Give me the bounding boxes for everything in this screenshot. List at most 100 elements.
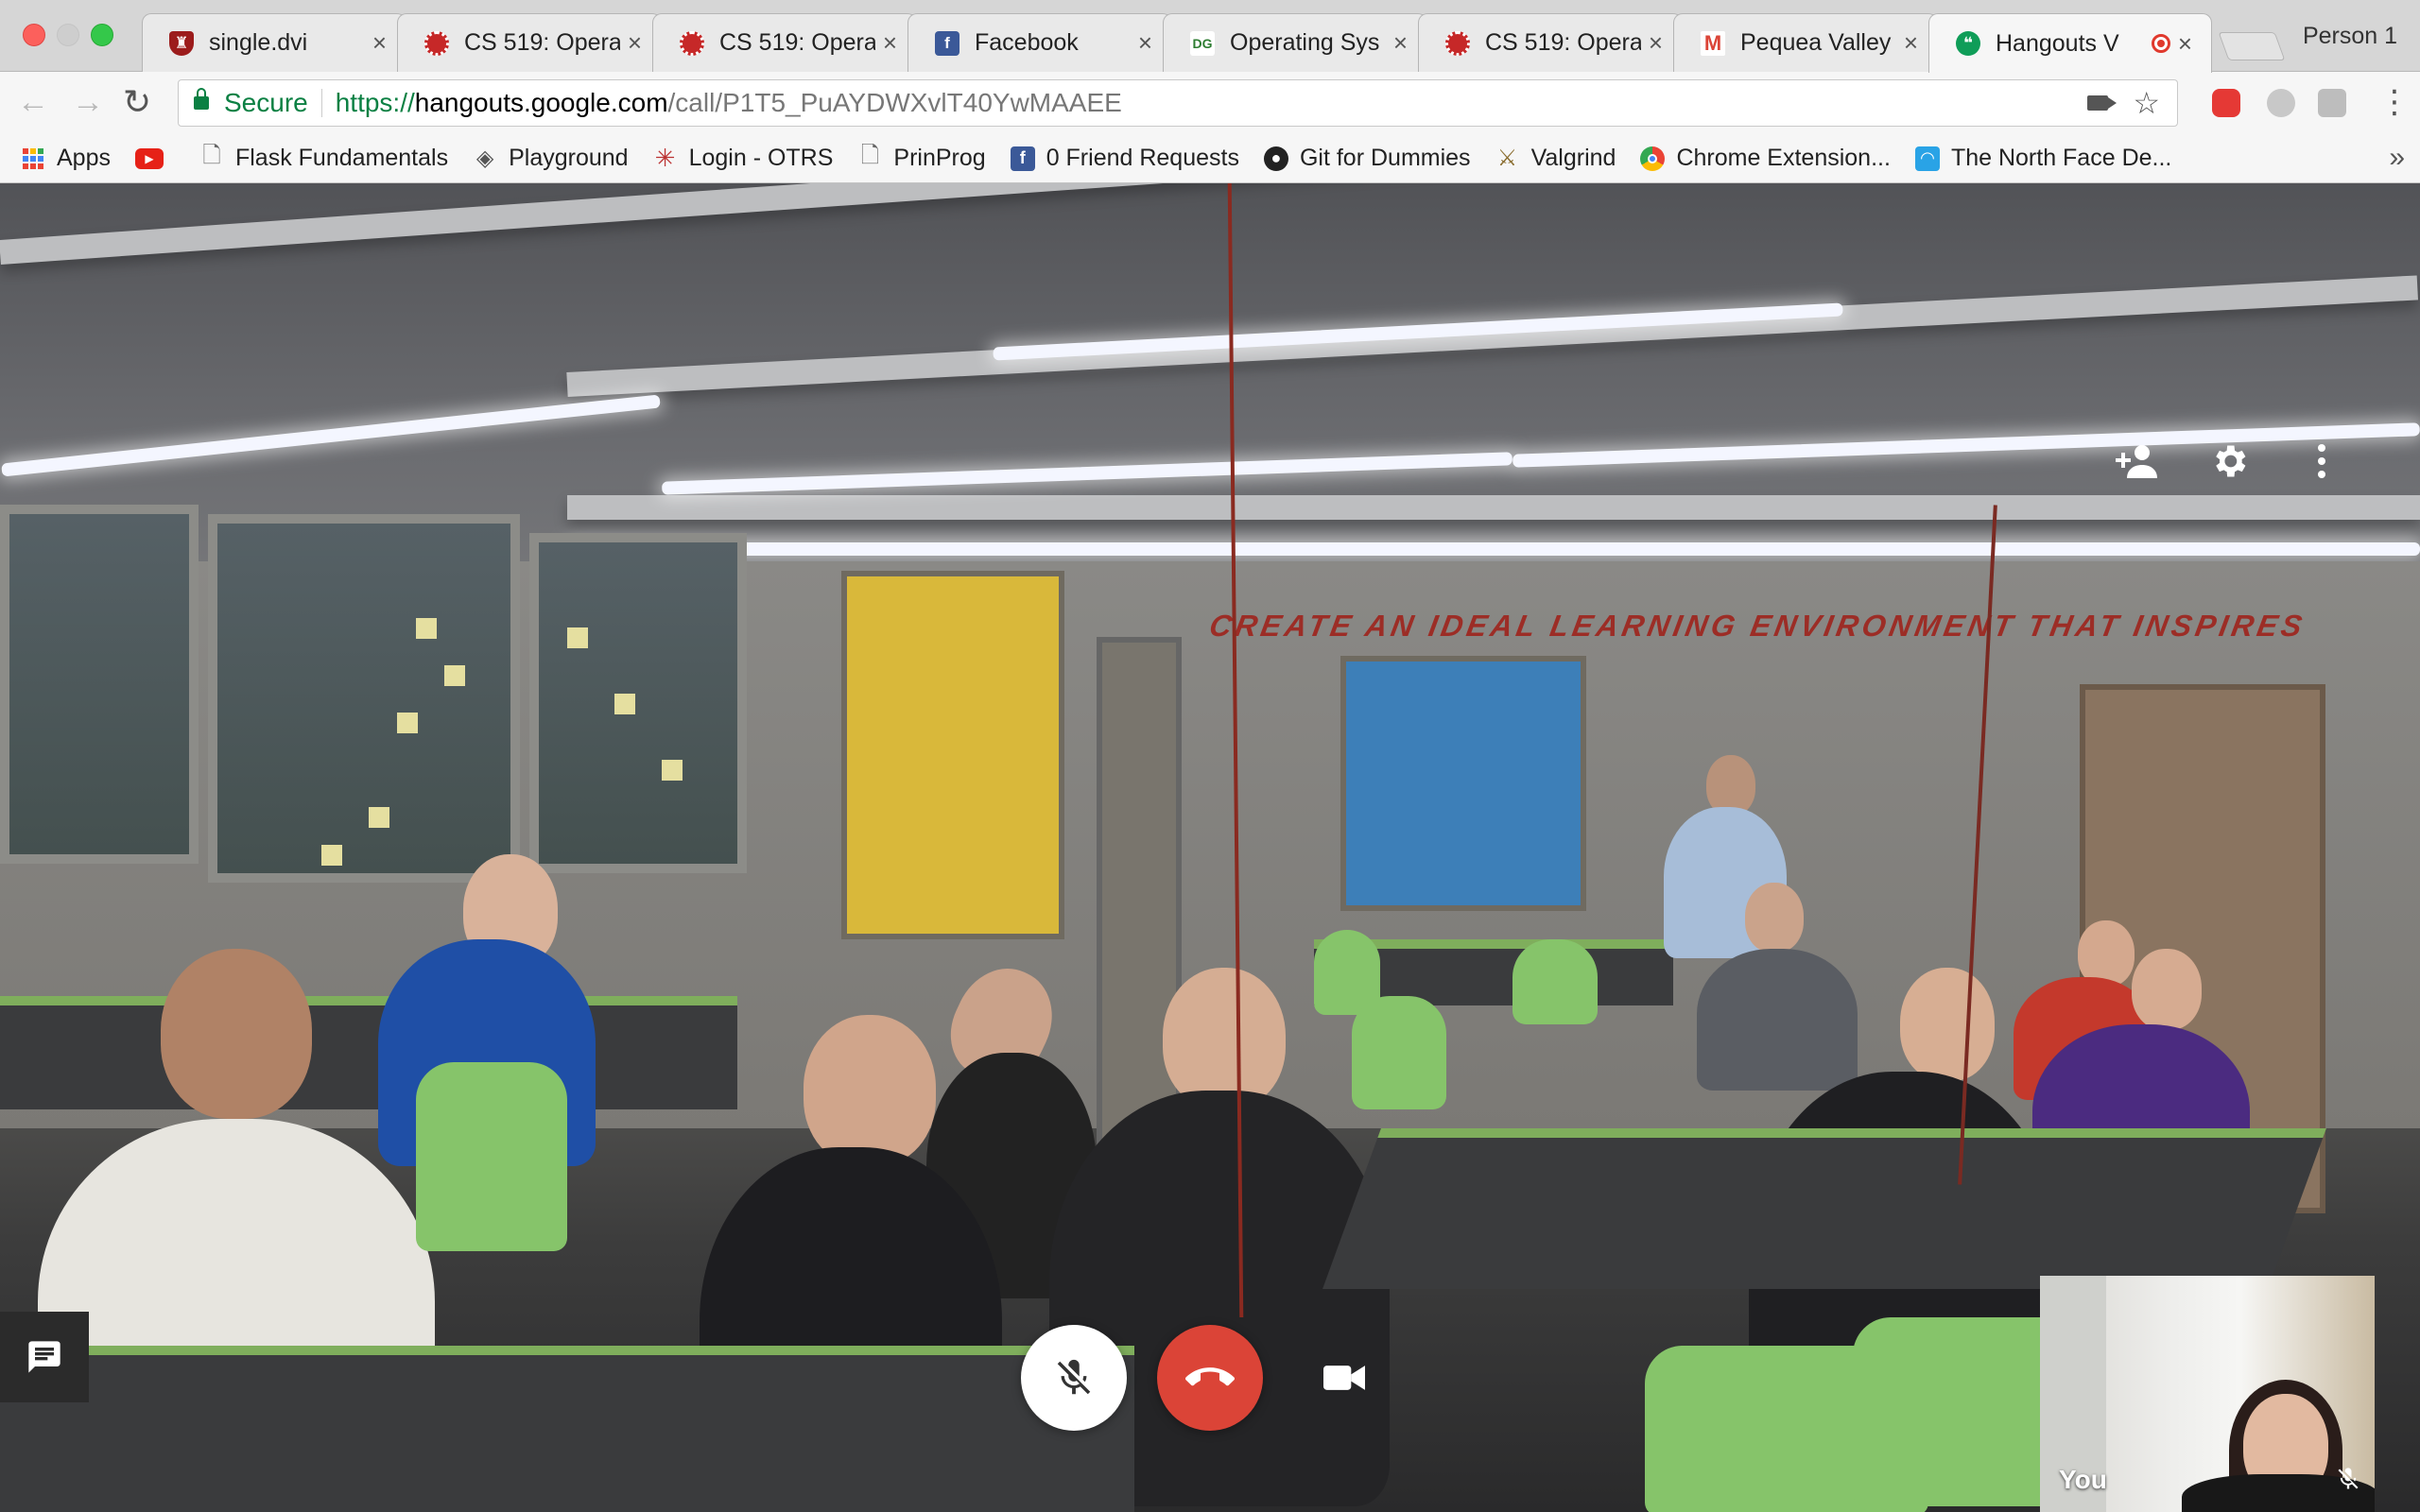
ceiling-beam xyxy=(567,495,2420,520)
chrome-menu-icon[interactable]: ⋮ xyxy=(2378,85,2411,119)
more-options-icon[interactable] xyxy=(2293,433,2350,490)
tab-title: Hangouts V xyxy=(1996,29,2119,57)
gmail-icon: M xyxy=(1701,30,1725,56)
tab-pequea-valley[interactable]: M Pequea Valley × xyxy=(1673,13,1938,72)
video-sticky-note xyxy=(321,845,342,866)
video-head xyxy=(1745,883,1804,953)
video-sticky-note xyxy=(614,694,635,714)
bookmark-label: 0 Friend Requests xyxy=(1046,145,1239,171)
mic-muted-icon xyxy=(2335,1466,2361,1497)
facebook-icon: f xyxy=(1010,146,1035,171)
video-head xyxy=(1900,968,1995,1081)
camera-indicator-icon[interactable] xyxy=(2087,95,2118,111)
adblock-extension-icon[interactable] xyxy=(2212,89,2240,117)
video-desk xyxy=(0,996,737,1109)
diamond-icon: ◈ xyxy=(475,146,494,171)
video-torso xyxy=(1697,949,1858,1091)
youtube-icon: ▶ xyxy=(134,147,164,169)
bookmark-valgrind[interactable]: ⚔ Valgrind xyxy=(1495,145,1616,172)
bookmark-label: PrinProg xyxy=(893,145,986,171)
tab-operating-systems[interactable]: DG Operating Sys × xyxy=(1163,13,1427,72)
bookmark-git-for-dummies[interactable]: ● Git for Dummies xyxy=(1263,145,1471,172)
video-head xyxy=(1163,968,1286,1109)
profile-name[interactable]: Person 1 xyxy=(2303,23,2397,50)
bookmark-friend-requests[interactable]: f 0 Friend Requests xyxy=(1010,145,1239,172)
video-bulletin-board xyxy=(841,571,1064,939)
close-icon[interactable]: × xyxy=(883,28,897,58)
video-window xyxy=(0,505,199,864)
tab-single-dvi[interactable]: ♜ single.dvi × xyxy=(142,13,406,72)
bookmark-chrome-extension[interactable]: Chrome Extension... xyxy=(1640,145,1891,172)
bookmark-apps[interactable]: Apps xyxy=(21,145,111,172)
tab-title: CS 519: Opera xyxy=(1485,29,1641,56)
back-arrow-icon[interactable]: ← xyxy=(17,85,49,119)
bookmark-label: Apps xyxy=(57,145,111,171)
bookmark-label: Git for Dummies xyxy=(1299,145,1471,171)
bookmarks-overflow-icon[interactable]: » xyxy=(2389,142,2405,174)
otrs-icon: ✳ xyxy=(654,144,676,172)
url-scheme: https:// xyxy=(335,88,415,117)
video-head xyxy=(161,949,312,1119)
close-window-button[interactable] xyxy=(23,24,45,46)
close-icon[interactable]: × xyxy=(372,28,387,58)
settings-gear-icon[interactable] xyxy=(2201,433,2257,490)
url-host: hangouts.google.com xyxy=(414,88,668,117)
camera-toggle-button[interactable] xyxy=(1318,1353,1371,1402)
dg-icon: DG xyxy=(1190,30,1215,56)
bookmark-prinprog[interactable]: 🗋 PrinProg xyxy=(857,143,986,172)
shield-crest-icon: ♜ xyxy=(169,30,194,56)
close-icon[interactable]: × xyxy=(2178,29,2192,59)
close-icon[interactable]: × xyxy=(1904,28,1918,58)
bookmark-label: Flask Fundamentals xyxy=(234,145,449,171)
extension-icon[interactable] xyxy=(2318,89,2346,117)
bookmark-playground[interactable]: ◈ Playground xyxy=(473,145,629,172)
github-icon: ● xyxy=(1263,146,1288,171)
chat-button[interactable] xyxy=(0,1312,89,1402)
video-desk xyxy=(0,1346,1134,1512)
self-view-thumbnail[interactable]: You xyxy=(2040,1276,2375,1512)
bookmark-label: Playground xyxy=(509,145,629,171)
fullscreen-window-button[interactable] xyxy=(91,24,113,46)
bookmark-label: The North Face De... xyxy=(1950,145,2172,171)
video-head xyxy=(2132,949,2202,1030)
page-icon: 🗋 xyxy=(202,143,221,168)
page-icon: 🗋 xyxy=(860,143,880,168)
video-desk xyxy=(1322,1128,2326,1289)
video-sticky-note xyxy=(416,618,437,639)
minimize-window-button[interactable] xyxy=(57,24,79,46)
tab-cs519-1[interactable]: CS 519: Opera × xyxy=(397,13,662,72)
extension-icon[interactable] xyxy=(2267,89,2295,117)
omnibox-divider xyxy=(320,89,322,117)
bookmark-label: Chrome Extension... xyxy=(1676,145,1891,171)
bookmark-label: Valgrind xyxy=(1530,145,1616,171)
close-icon[interactable]: × xyxy=(1138,28,1152,58)
close-icon[interactable]: × xyxy=(1649,28,1663,58)
bookmark-label: Login - OTRS xyxy=(688,145,834,171)
tab-title: CS 519: Opera xyxy=(719,29,875,56)
close-icon[interactable]: × xyxy=(1393,28,1408,58)
bookmark-north-face[interactable]: ◠ The North Face De... xyxy=(1914,145,2172,172)
bookmark-login-otrs[interactable]: ✳ Login - OTRS xyxy=(653,144,834,172)
hang-up-button[interactable] xyxy=(1157,1325,1263,1431)
tab-cs519-2[interactable]: CS 519: Opera × xyxy=(652,13,917,72)
mute-microphone-button[interactable] xyxy=(1021,1325,1127,1431)
video-sticky-note xyxy=(662,760,683,781)
bookmark-flask-fundamentals[interactable]: 🗋 Flask Fundamentals xyxy=(199,143,449,172)
address-bar[interactable]: Secure https://hangouts.google.com/call/… xyxy=(178,79,2178,127)
self-view-label: You xyxy=(2059,1465,2107,1494)
url-text[interactable]: https://hangouts.google.com/call/P1T5_Pu… xyxy=(336,88,1122,118)
tab-cs519-3[interactable]: CS 519: Opera × xyxy=(1418,13,1683,72)
bookmark-star-icon[interactable]: ☆ xyxy=(2133,85,2160,121)
forward-arrow-icon[interactable]: → xyxy=(72,85,104,119)
add-person-icon[interactable] xyxy=(2108,433,2165,490)
video-camera-icon xyxy=(1323,1366,1365,1390)
tab-facebook[interactable]: f Facebook × xyxy=(908,13,1172,72)
close-icon[interactable]: × xyxy=(628,28,642,58)
tab-hangouts[interactable]: ❝ Hangouts V × xyxy=(1928,13,2212,73)
reload-icon[interactable]: ↻ xyxy=(123,85,151,119)
cs-seal-icon xyxy=(1445,30,1470,56)
tab-title: CS 519: Opera xyxy=(464,29,620,56)
video-chair xyxy=(1352,996,1446,1109)
bookmark-youtube[interactable]: ▶ xyxy=(134,147,175,169)
new-tab-button[interactable] xyxy=(2218,32,2286,60)
